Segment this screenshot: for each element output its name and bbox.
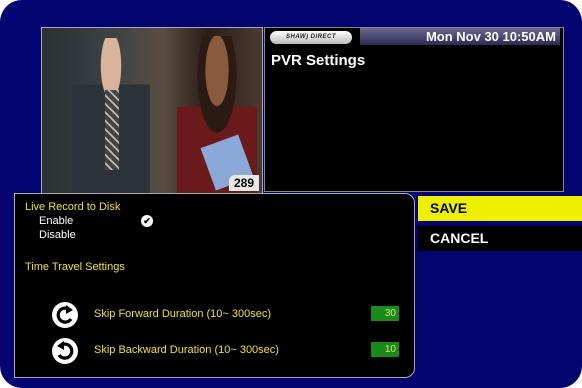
page-title: PVR Settings xyxy=(271,52,366,69)
tv-screen: 289 SHAW) DIRECT Mon Nov 30 10:50AM PVR … xyxy=(0,0,582,388)
skip-forward-label: Skip Forward Duration (10~ 300sec) xyxy=(94,308,271,320)
skip-forward-value[interactable]: 30 xyxy=(371,306,399,321)
info-panel: SHAW) DIRECT Mon Nov 30 10:50AM PVR Sett… xyxy=(264,27,564,192)
disable-option[interactable]: Disable xyxy=(39,229,76,241)
video-figure-tie xyxy=(105,90,119,170)
save-button[interactable]: SAVE xyxy=(418,196,582,221)
cancel-button[interactable]: CANCEL xyxy=(418,226,582,251)
live-record-heading: Live Record to Disk xyxy=(25,201,121,213)
brand-logo: SHAW) DIRECT xyxy=(270,31,352,44)
checkmark-icon: ✔ xyxy=(141,215,153,227)
datetime-display: Mon Nov 30 10:50AM xyxy=(360,28,560,45)
settings-menu: Live Record to Disk Enable ✔ Disable Tim… xyxy=(14,193,415,378)
skip-backward-value[interactable]: 10 xyxy=(371,342,399,357)
time-travel-heading: Time Travel Settings xyxy=(25,261,125,273)
live-tv-preview: 289 xyxy=(41,27,263,194)
enable-option[interactable]: Enable xyxy=(39,215,73,227)
skip-backward-label: Skip Backward Duration (10~ 300sec) xyxy=(94,344,279,356)
channel-number-badge: 289 xyxy=(228,175,259,191)
skip-forward-icon xyxy=(52,302,78,328)
skip-backward-icon xyxy=(52,338,78,364)
